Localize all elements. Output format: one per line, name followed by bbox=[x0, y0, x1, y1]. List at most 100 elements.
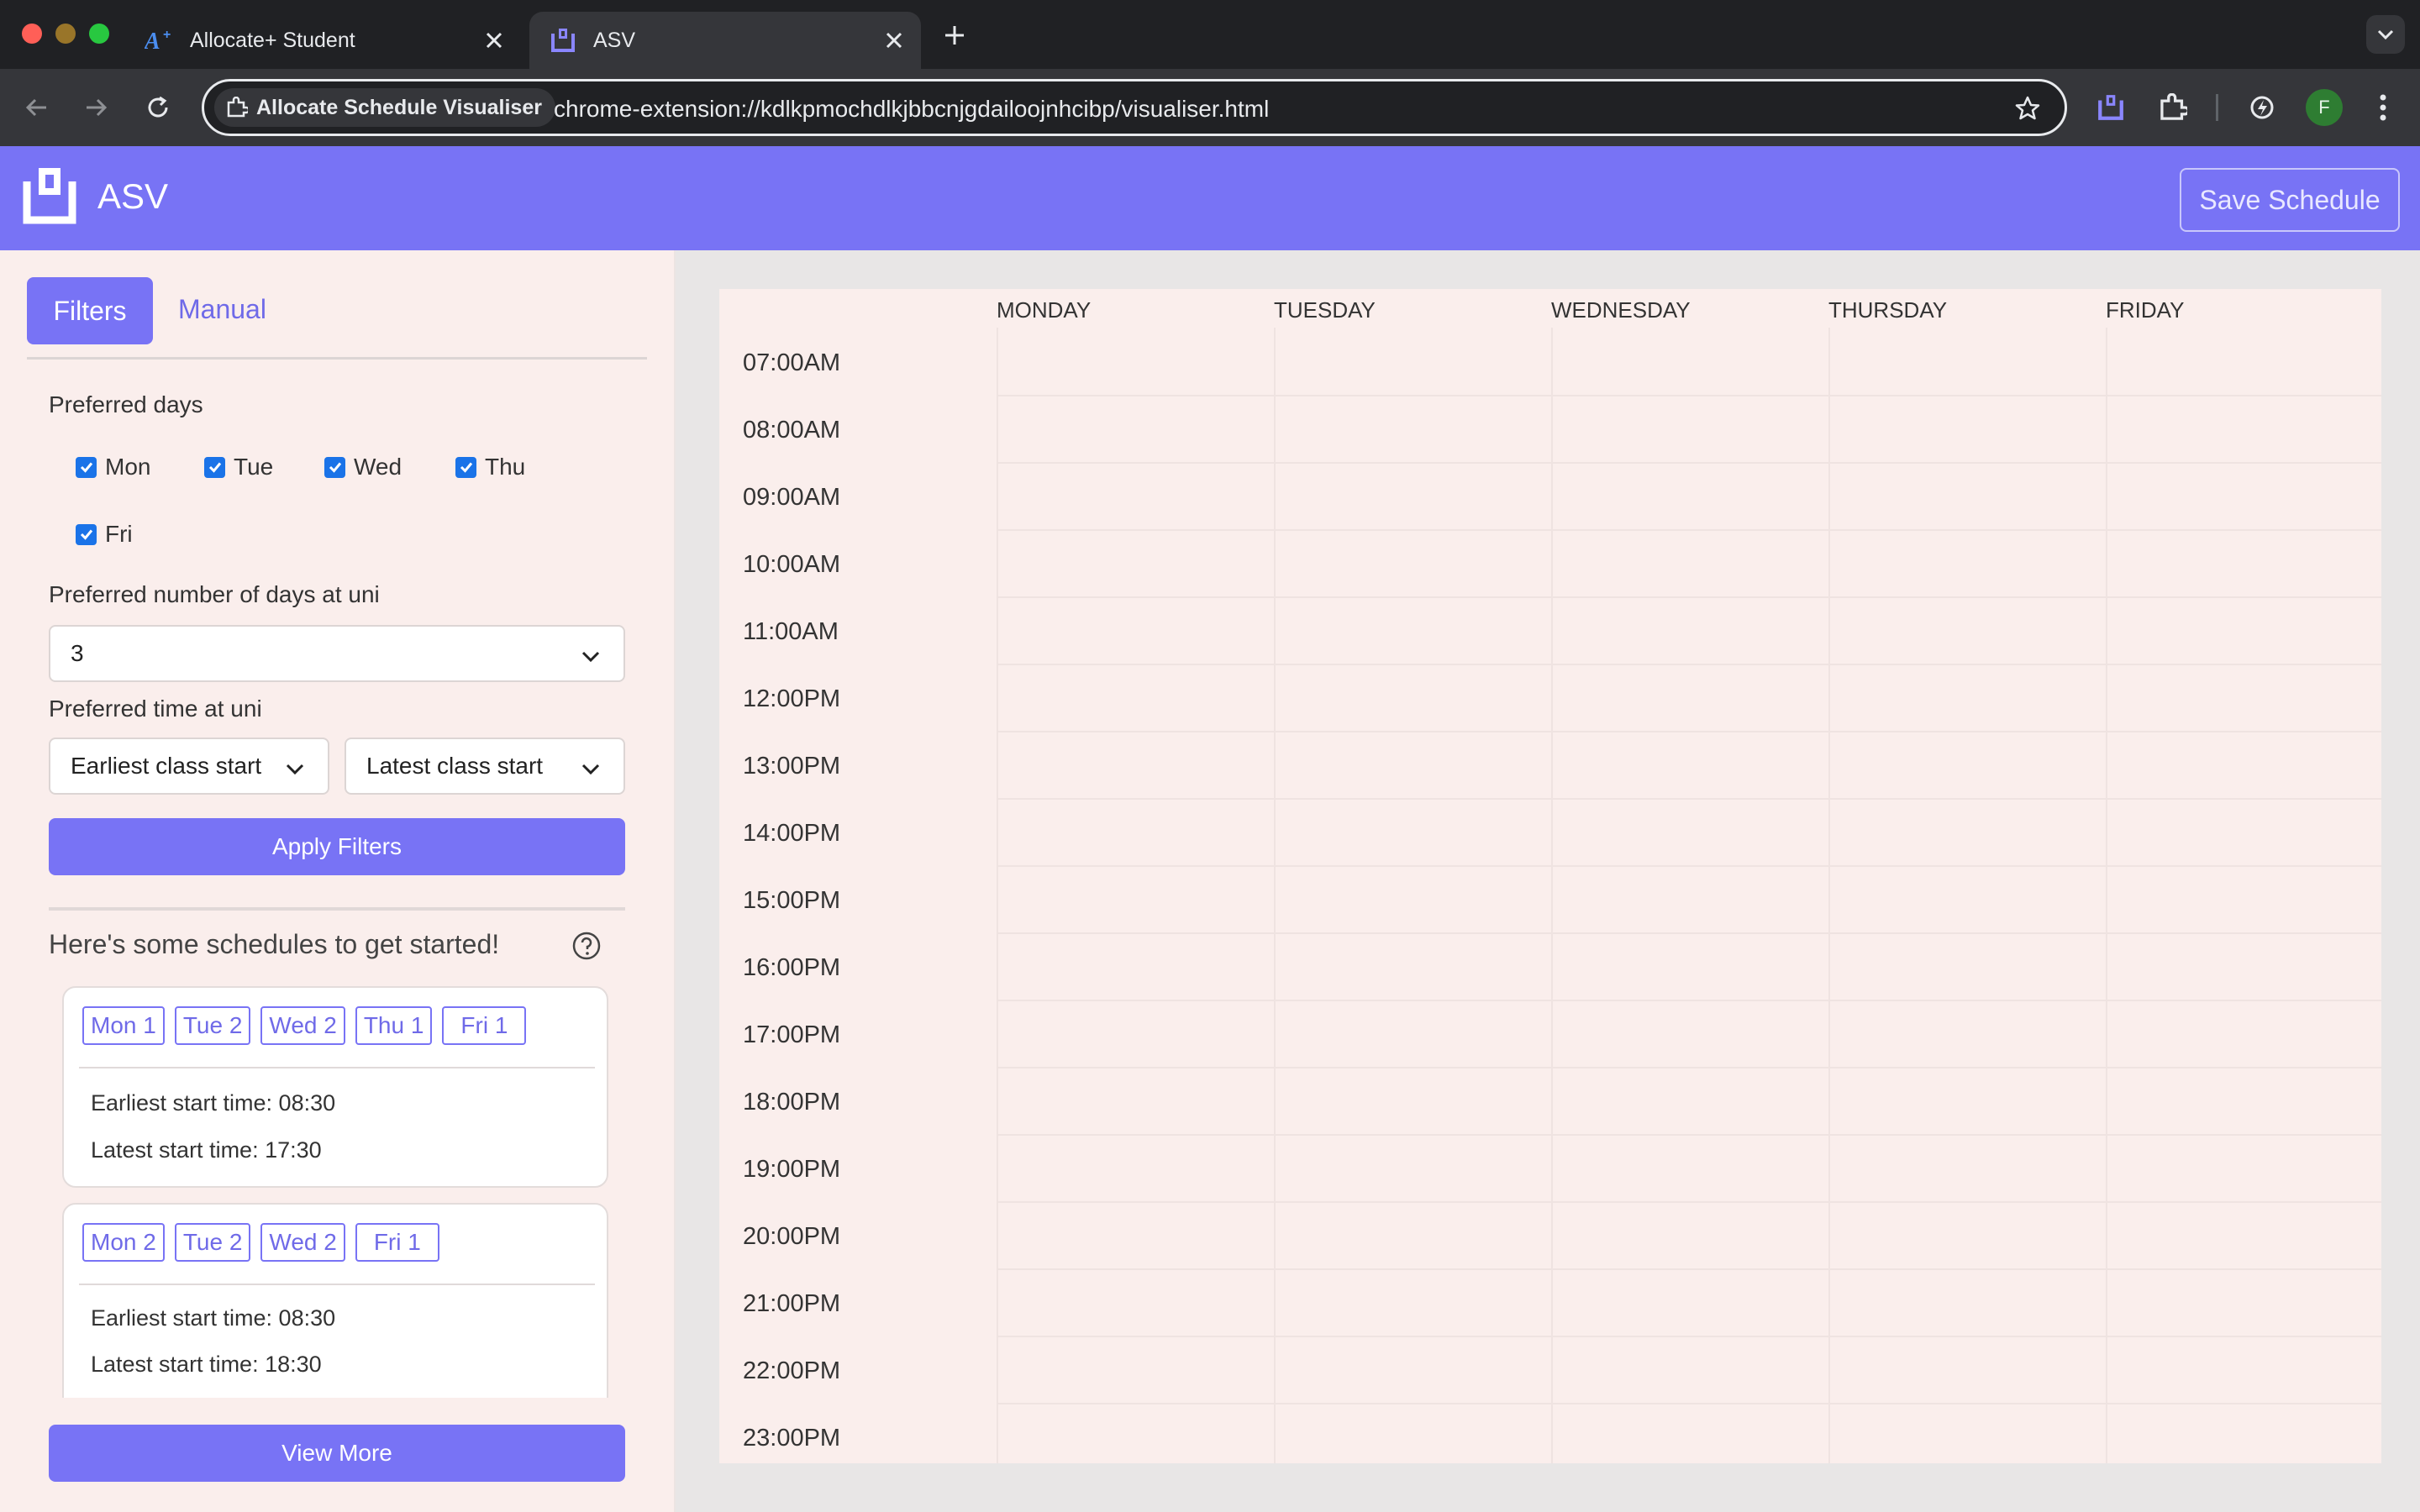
time-label: 23:00PM bbox=[743, 1425, 841, 1452]
chevron-down-icon bbox=[2377, 29, 2394, 40]
filters-sidebar: Filters Manual Preferred days Mon Tue We… bbox=[0, 250, 676, 1512]
hour-row-line bbox=[997, 664, 2381, 665]
time-label: 12:00PM bbox=[743, 685, 841, 712]
new-tab-button[interactable] bbox=[938, 17, 971, 54]
performance-icon[interactable] bbox=[2244, 89, 2281, 126]
hour-row-line bbox=[997, 1403, 2381, 1404]
num-days-label: Preferred number of days at uni bbox=[49, 581, 380, 607]
day-header-wednesday: WEDNESDAY bbox=[1551, 297, 1691, 323]
hour-row-line bbox=[997, 1000, 2381, 1001]
checkbox-wed[interactable]: Wed bbox=[324, 454, 402, 480]
session-chips: Mon 2 Tue 2 Wed 2 Fri 1 bbox=[82, 1223, 450, 1262]
time-label: 19:00PM bbox=[743, 1156, 841, 1183]
svg-text:+: + bbox=[163, 28, 171, 42]
profile-avatar[interactable]: F bbox=[2306, 89, 2343, 126]
browser-toolbar: Allocate Schedule Visualiser chrome-exte… bbox=[0, 69, 2420, 146]
apply-filters-button[interactable]: Apply Filters bbox=[49, 818, 625, 875]
session-chip[interactable]: Mon 1 bbox=[82, 1006, 165, 1045]
chevron-down-icon bbox=[581, 651, 600, 663]
schedule-card[interactable]: Mon 1 Tue 2 Wed 2 Thu 1 Fri 1 Earliest s… bbox=[62, 986, 608, 1188]
asv-extension-icon[interactable] bbox=[2092, 89, 2129, 126]
latest-class-start-select[interactable]: Latest class start bbox=[345, 738, 625, 795]
session-chip[interactable]: Wed 2 bbox=[260, 1223, 345, 1262]
select-value: Latest class start bbox=[366, 753, 544, 779]
earliest-class-start-select[interactable]: Earliest class start bbox=[49, 738, 329, 795]
checkbox-label: Wed bbox=[354, 454, 402, 480]
time-at-uni-label: Preferred time at uni bbox=[49, 696, 262, 722]
session-chip[interactable]: Fri 1 bbox=[355, 1223, 439, 1262]
tab-manual[interactable]: Manual bbox=[178, 294, 266, 325]
svg-text:A: A bbox=[145, 29, 160, 54]
session-chip[interactable]: Thu 1 bbox=[355, 1006, 433, 1045]
tab-filters[interactable]: Filters bbox=[27, 277, 153, 344]
more-menu-icon[interactable] bbox=[2365, 89, 2402, 126]
save-schedule-button[interactable]: Save Schedule bbox=[2180, 168, 2400, 232]
help-circle-icon[interactable] bbox=[571, 931, 602, 961]
preferred-days-label: Preferred days bbox=[49, 391, 203, 417]
time-label: 07:00AM bbox=[743, 349, 841, 376]
back-button[interactable] bbox=[17, 87, 57, 128]
site-info-chip[interactable]: Allocate Schedule Visualiser bbox=[214, 88, 555, 127]
bookmark-star-icon[interactable] bbox=[2012, 93, 2043, 123]
tab-asv[interactable]: ASV bbox=[529, 12, 921, 69]
close-icon[interactable] bbox=[477, 24, 511, 57]
checkbox-thu[interactable]: Thu bbox=[455, 454, 525, 480]
time-label: 08:00AM bbox=[743, 417, 841, 444]
time-label: 21:00PM bbox=[743, 1290, 841, 1317]
day-column-line bbox=[2106, 328, 2107, 1463]
asv-logo-icon bbox=[546, 24, 580, 57]
address-bar[interactable]: Allocate Schedule Visualiser chrome-exte… bbox=[202, 79, 2067, 136]
session-chip[interactable]: Tue 2 bbox=[174, 1223, 251, 1262]
checkbox-mon[interactable]: Mon bbox=[76, 454, 150, 480]
browser-tab-bar: A + Allocate+ Student ASV bbox=[0, 0, 2420, 69]
checkbox-checked-icon bbox=[324, 456, 345, 478]
close-icon[interactable] bbox=[877, 24, 911, 57]
extension-icon bbox=[226, 97, 248, 118]
tabs-divider bbox=[27, 357, 647, 360]
checkbox-checked-icon bbox=[76, 523, 97, 545]
asv-logo-icon bbox=[22, 166, 77, 225]
forward-button[interactable] bbox=[76, 87, 116, 128]
chevron-down-icon bbox=[286, 764, 304, 775]
reload-button[interactable] bbox=[138, 87, 178, 128]
checkbox-checked-icon bbox=[455, 456, 476, 478]
num-days-select[interactable]: 3 bbox=[49, 625, 625, 682]
view-more-button[interactable]: View More bbox=[49, 1425, 625, 1482]
extensions-puzzle-icon[interactable] bbox=[2154, 89, 2191, 126]
weekly-calendar[interactable]: MONDAY TUESDAY WEDNESDAY THURSDAY FRIDAY… bbox=[719, 289, 2381, 1463]
session-chip[interactable]: Wed 2 bbox=[260, 1006, 345, 1045]
app-header: ASV Save Schedule bbox=[0, 146, 2420, 250]
day-column-line bbox=[1274, 328, 1276, 1463]
schedule-card[interactable]: Mon 2 Tue 2 Wed 2 Fri 1 Earliest start t… bbox=[62, 1203, 608, 1398]
time-label: 09:00AM bbox=[743, 484, 841, 511]
suggestions-title: Here's some schedules to get started! bbox=[49, 929, 500, 959]
checkbox-label: Thu bbox=[485, 454, 526, 480]
main-area: MONDAY TUESDAY WEDNESDAY THURSDAY FRIDAY… bbox=[676, 250, 2420, 1512]
close-window-button[interactable] bbox=[22, 24, 42, 44]
time-label: 14:00PM bbox=[743, 820, 841, 847]
checkbox-label: Fri bbox=[105, 521, 133, 547]
session-chip[interactable]: Mon 2 bbox=[82, 1223, 165, 1262]
day-column-line bbox=[997, 328, 998, 1463]
minimize-window-button[interactable] bbox=[55, 24, 76, 44]
checkbox-tue[interactable]: Tue bbox=[204, 454, 273, 480]
time-label: 16:00PM bbox=[743, 954, 841, 981]
tab-search-button[interactable] bbox=[2366, 15, 2405, 54]
hour-row-line bbox=[997, 1134, 2381, 1136]
tab-allocate-student[interactable]: A + Allocate+ Student bbox=[126, 12, 521, 69]
day-header-monday: MONDAY bbox=[997, 297, 1092, 323]
hour-row-line bbox=[997, 1067, 2381, 1068]
arrow-left-icon bbox=[25, 98, 46, 117]
session-chip[interactable]: Fri 1 bbox=[442, 1006, 527, 1045]
select-value: 3 bbox=[71, 640, 84, 666]
session-chip[interactable]: Tue 2 bbox=[174, 1006, 251, 1045]
maximize-window-button[interactable] bbox=[89, 24, 109, 44]
hour-row-line bbox=[997, 395, 2381, 396]
card-divider bbox=[79, 1284, 595, 1285]
checkbox-checked-icon bbox=[204, 456, 225, 478]
toolbar-separator bbox=[2216, 94, 2218, 121]
checkbox-fri[interactable]: Fri bbox=[76, 521, 133, 548]
suggested-schedules-list[interactable]: Mon 1 Tue 2 Wed 2 Thu 1 Fri 1 Earliest s… bbox=[49, 974, 629, 1398]
session-chips: Mon 1 Tue 2 Wed 2 Thu 1 Fri 1 bbox=[82, 1006, 536, 1045]
tab-title: Allocate+ Student bbox=[190, 28, 355, 52]
